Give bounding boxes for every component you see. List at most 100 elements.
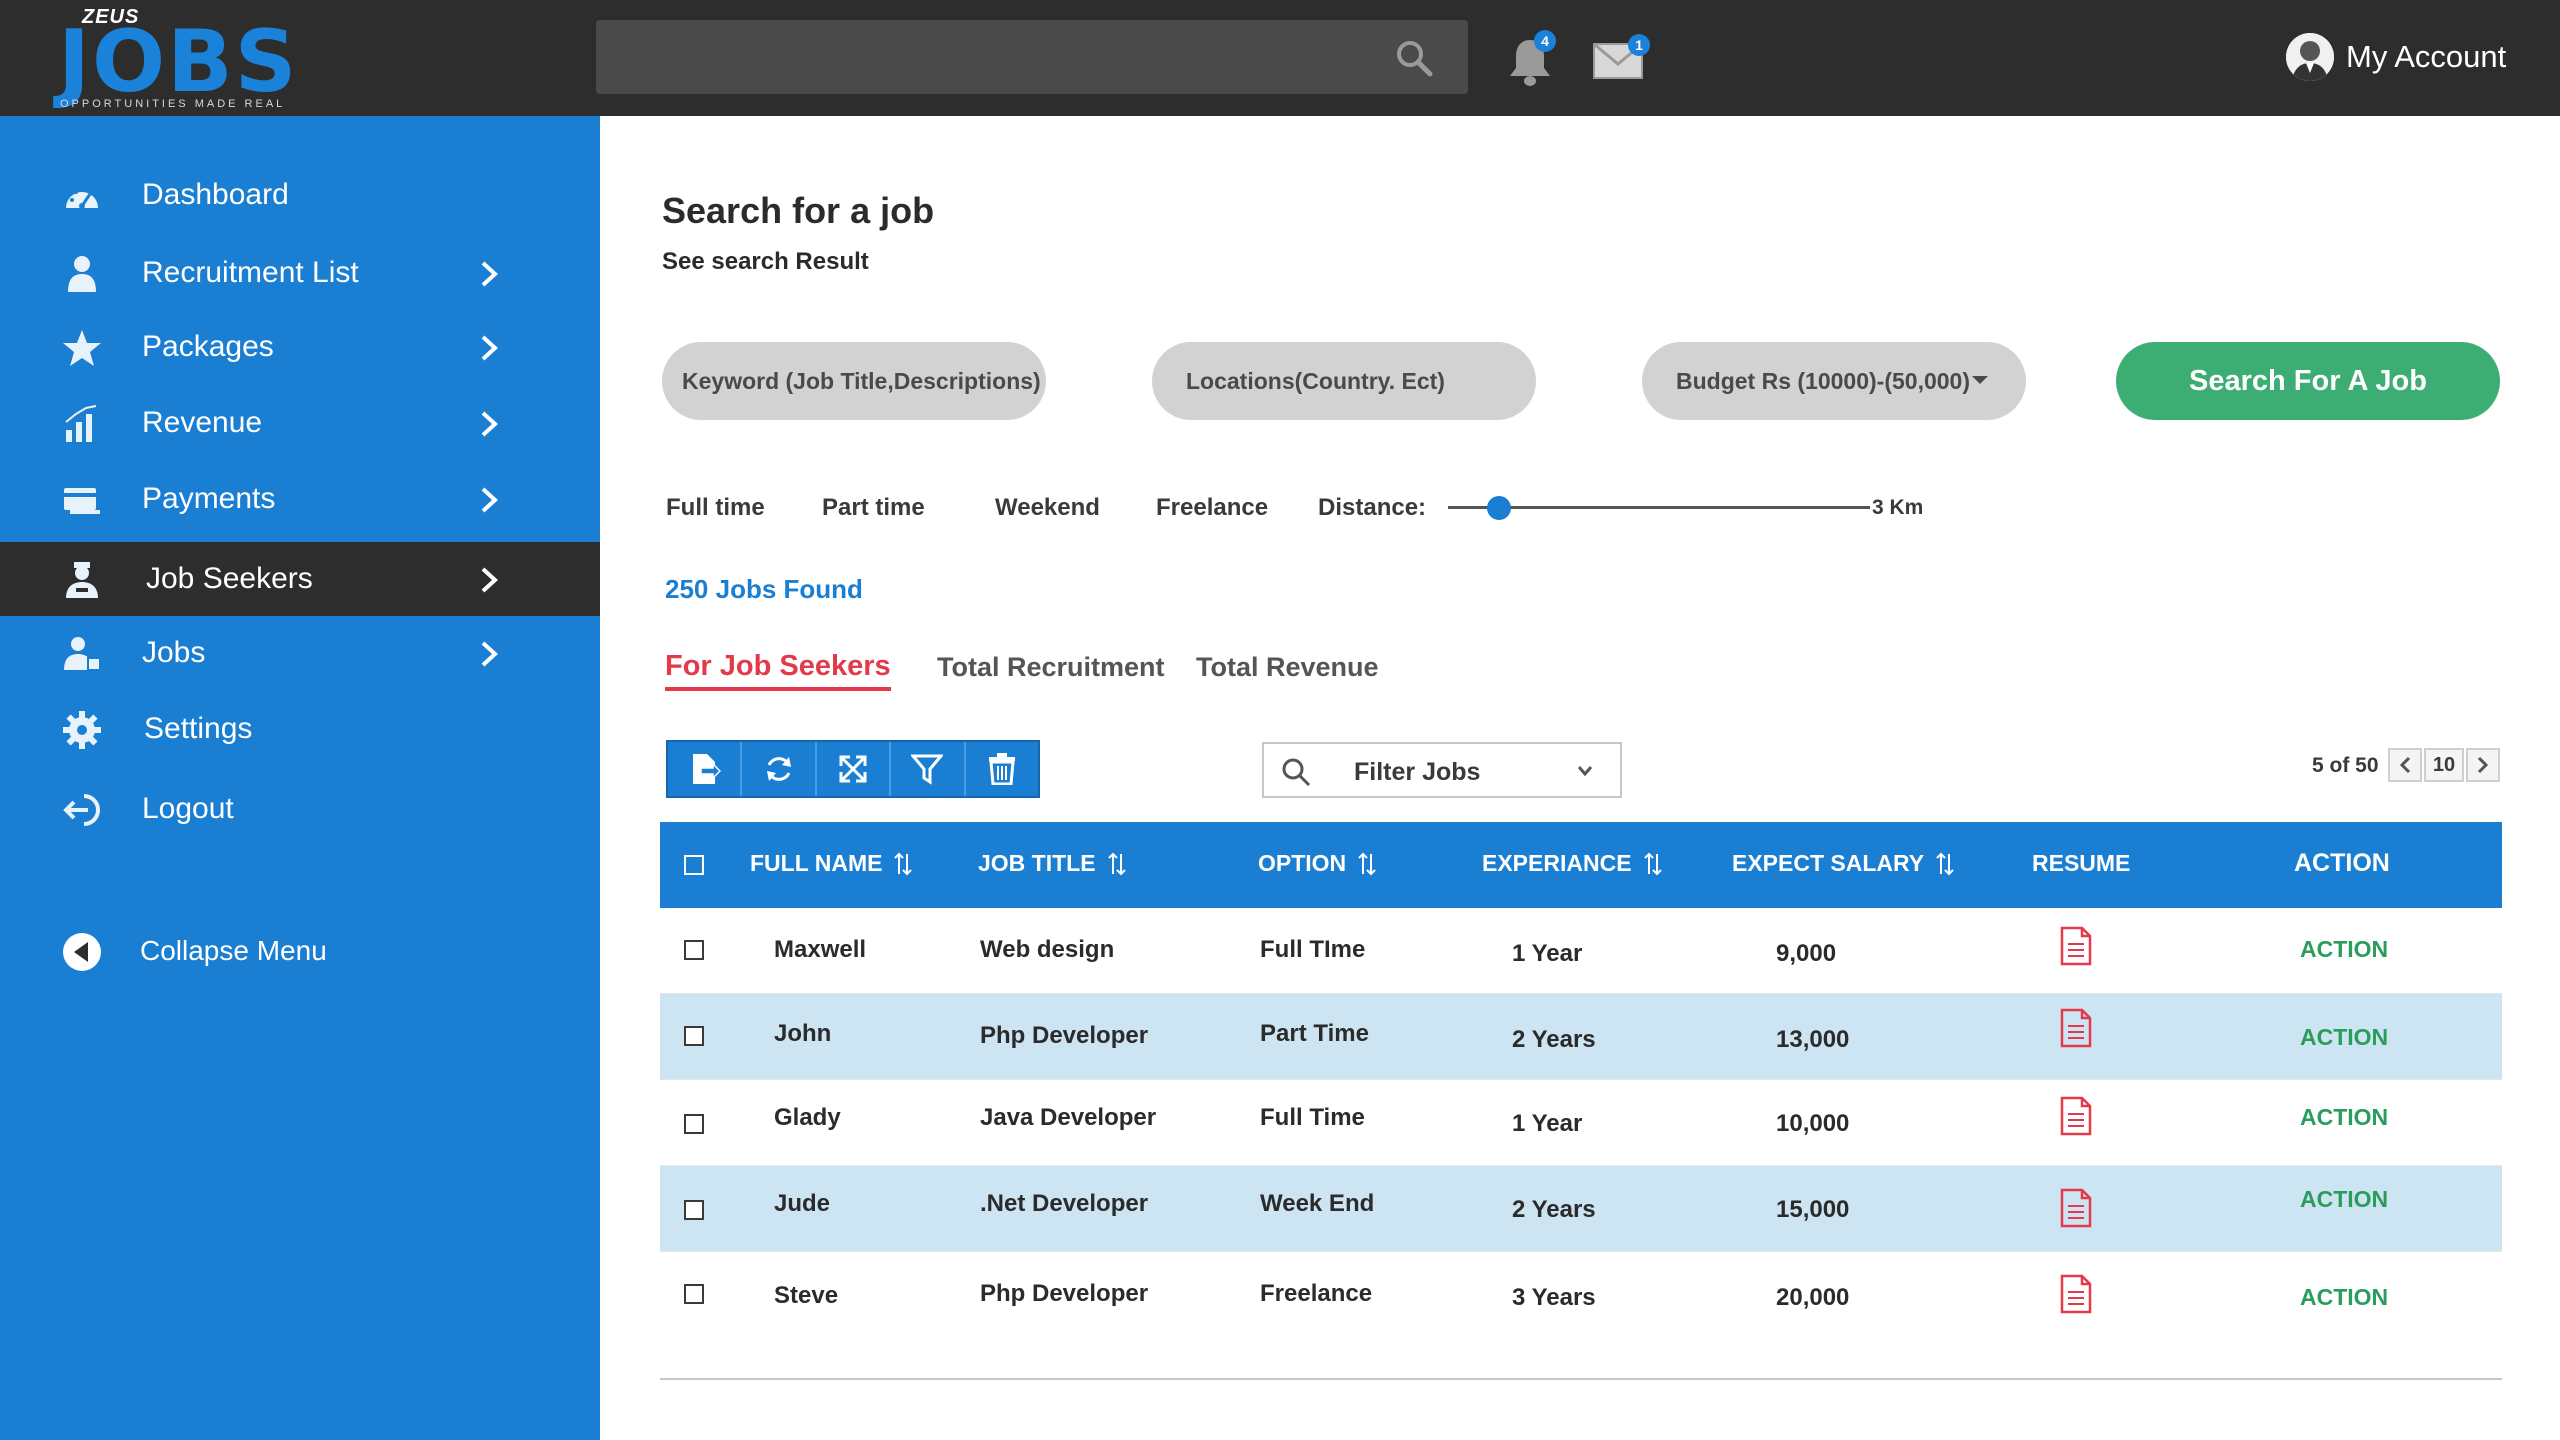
jobs-found-count: 250 Jobs Found (665, 574, 863, 604)
search-job-button[interactable]: Search For A Job (2116, 342, 2500, 420)
row-action-button[interactable]: ACTION (2300, 1284, 2388, 1311)
delete-button[interactable] (966, 742, 1038, 796)
distance-slider-track[interactable] (1448, 506, 1870, 509)
col-job-title[interactable]: JOB TITLE (978, 850, 1128, 877)
logo-brand-main: JOBS (58, 12, 299, 112)
sort-icon (1107, 852, 1126, 875)
cell-full-name: Steve (774, 1282, 839, 1309)
col-expect-salary-label: EXPECT SALARY (1732, 850, 1925, 876)
sidebar-item-job-seekers[interactable]: Job Seekers (0, 542, 600, 616)
cell-option: Part Time (1260, 1020, 1369, 1047)
logo[interactable]: ZEUS JOBS OPPORTUNITIES MADE REAL (56, 6, 297, 112)
chevron-down-icon (1577, 766, 1593, 777)
col-experience[interactable]: EXPERIANCE (1482, 850, 1664, 877)
cell-option: Full Time (1260, 1104, 1365, 1131)
row-checkbox[interactable] (684, 1284, 704, 1304)
col-expect-salary[interactable]: EXPECT SALARY (1732, 850, 1956, 877)
tab-total-revenue[interactable]: Total Revenue (1196, 652, 1379, 683)
row-action-button[interactable]: ACTION (2300, 1024, 2388, 1051)
pager-next-button[interactable] (2466, 748, 2500, 782)
sidebar-item-dashboard[interactable]: Dashboard (0, 158, 600, 232)
resume-document-icon[interactable] (2060, 1188, 2092, 1228)
job-type-full-time[interactable]: Full time (666, 494, 765, 522)
sidebar-item-label: Jobs (142, 636, 206, 669)
job-type-part-time[interactable]: Part time (822, 494, 925, 522)
row-checkbox[interactable] (684, 1114, 704, 1134)
cell-full-name: Maxwell (774, 936, 867, 963)
my-account-button[interactable]: My Account (2286, 30, 2506, 84)
sidebar-item-jobs[interactable]: Jobs (0, 616, 600, 690)
resume-document-icon[interactable] (2060, 1274, 2092, 1314)
job-seeker-icon (66, 562, 98, 598)
sidebar-item-label: Logout (142, 792, 234, 825)
gear-icon (63, 711, 101, 749)
keyword-input[interactable]: Keyword (Job Title,Descriptions) (662, 342, 1046, 420)
sidebar-item-payments[interactable]: Payments (0, 462, 600, 536)
table-row[interactable]: Glady Java Developer Full Time 1 Year 10… (660, 1080, 2502, 1166)
sort-icon (1358, 852, 1376, 875)
select-all-checkbox[interactable] (684, 855, 704, 875)
table-row[interactable]: John Php Developer Part Time 2 Years 13,… (660, 994, 2502, 1080)
table-row[interactable]: Jude .Net Developer Week End 2 Years 15,… (660, 1166, 2502, 1252)
location-input[interactable]: Locations(Country. Ect) (1152, 342, 1536, 420)
sidebar-item-logout[interactable]: Logout (0, 772, 600, 846)
chevron-right-icon (2477, 756, 2489, 774)
tab-for-job-seekers[interactable]: For Job Seekers (665, 650, 891, 691)
pager-prev-button[interactable] (2388, 748, 2422, 782)
page-title: Search for a job (662, 190, 935, 231)
sidebar-item-label: Dashboard (142, 178, 289, 211)
distance-slider-thumb[interactable] (1486, 496, 1511, 520)
col-action: ACTION (2294, 849, 2390, 877)
sidebar-item-settings[interactable]: Settings (0, 692, 600, 766)
cell-experience: 1 Year (1512, 1110, 1583, 1137)
row-checkbox[interactable] (684, 1200, 704, 1220)
row-action-button[interactable]: ACTION (2300, 1186, 2388, 1213)
notifications-button[interactable]: 4 (1506, 30, 1556, 90)
pager-size[interactable]: 10 (2424, 748, 2464, 782)
row-checkbox[interactable] (684, 1026, 704, 1046)
collapse-menu-button[interactable]: Collapse Menu (0, 914, 600, 988)
export-button[interactable] (668, 742, 743, 796)
chart-icon (65, 405, 97, 442)
filter-jobs-select[interactable]: Filter Jobs (1262, 742, 1622, 798)
messages-button[interactable]: 1 (1592, 34, 1650, 82)
resume-document-icon[interactable] (2060, 1096, 2092, 1136)
budget-select[interactable]: Budget Rs (10000)-(50,000) (1642, 342, 2026, 420)
pager-text: 5 of 50 (2312, 754, 2379, 777)
refresh-button[interactable] (742, 742, 817, 796)
caret-down-icon (1972, 376, 1988, 384)
sidebar-item-label: Packages (142, 330, 274, 363)
chevron-right-icon (481, 487, 498, 513)
search-icon[interactable] (1394, 38, 1434, 78)
sort-icon (894, 852, 913, 875)
sidebar-item-label: Revenue (142, 406, 263, 439)
table-row[interactable]: Steve Php Developer Freelance 3 Years 20… (660, 1252, 2502, 1338)
sidebar-item-label: Recruitment List (142, 256, 359, 289)
col-option-label: OPTION (1258, 850, 1347, 876)
row-action-button[interactable]: ACTION (2300, 1104, 2388, 1131)
sidebar-item-recruitment-list[interactable]: Recruitment List (0, 236, 600, 310)
row-action-button[interactable]: ACTION (2300, 936, 2388, 963)
job-type-freelance[interactable]: Freelance (1156, 494, 1268, 522)
tab-total-recruitment[interactable]: Total Recruitment (937, 652, 1165, 683)
row-checkbox[interactable] (684, 940, 704, 960)
sidebar-item-revenue[interactable]: Revenue (0, 386, 600, 460)
global-search-input[interactable] (596, 20, 1468, 94)
job-type-weekend[interactable]: Weekend (995, 494, 1100, 522)
cell-job-title: Java Developer (980, 1104, 1157, 1131)
table-row[interactable]: Maxwell Web design Full TIme 1 Year 9,00… (660, 908, 2502, 994)
col-full-name[interactable]: FULL NAME (750, 850, 914, 877)
resume-document-icon[interactable] (2060, 926, 2092, 966)
cell-full-name: Glady (774, 1104, 841, 1131)
cell-job-title: Php Developer (980, 1280, 1149, 1307)
col-experience-label: EXPERIANCE (1482, 850, 1632, 876)
table-header: FULL NAME JOB TITLE OPTION EXPERIANCE EX… (660, 822, 2502, 908)
col-option[interactable]: OPTION (1258, 850, 1378, 877)
sidebar-item-packages[interactable]: Packages (0, 310, 600, 384)
resume-document-icon[interactable] (2060, 1008, 2092, 1048)
col-resume: RESUME (2032, 850, 2131, 876)
chevron-right-icon (481, 261, 498, 287)
expand-button[interactable] (817, 742, 892, 796)
messages-badge: 1 (1628, 34, 1650, 56)
filter-button[interactable] (891, 742, 966, 796)
